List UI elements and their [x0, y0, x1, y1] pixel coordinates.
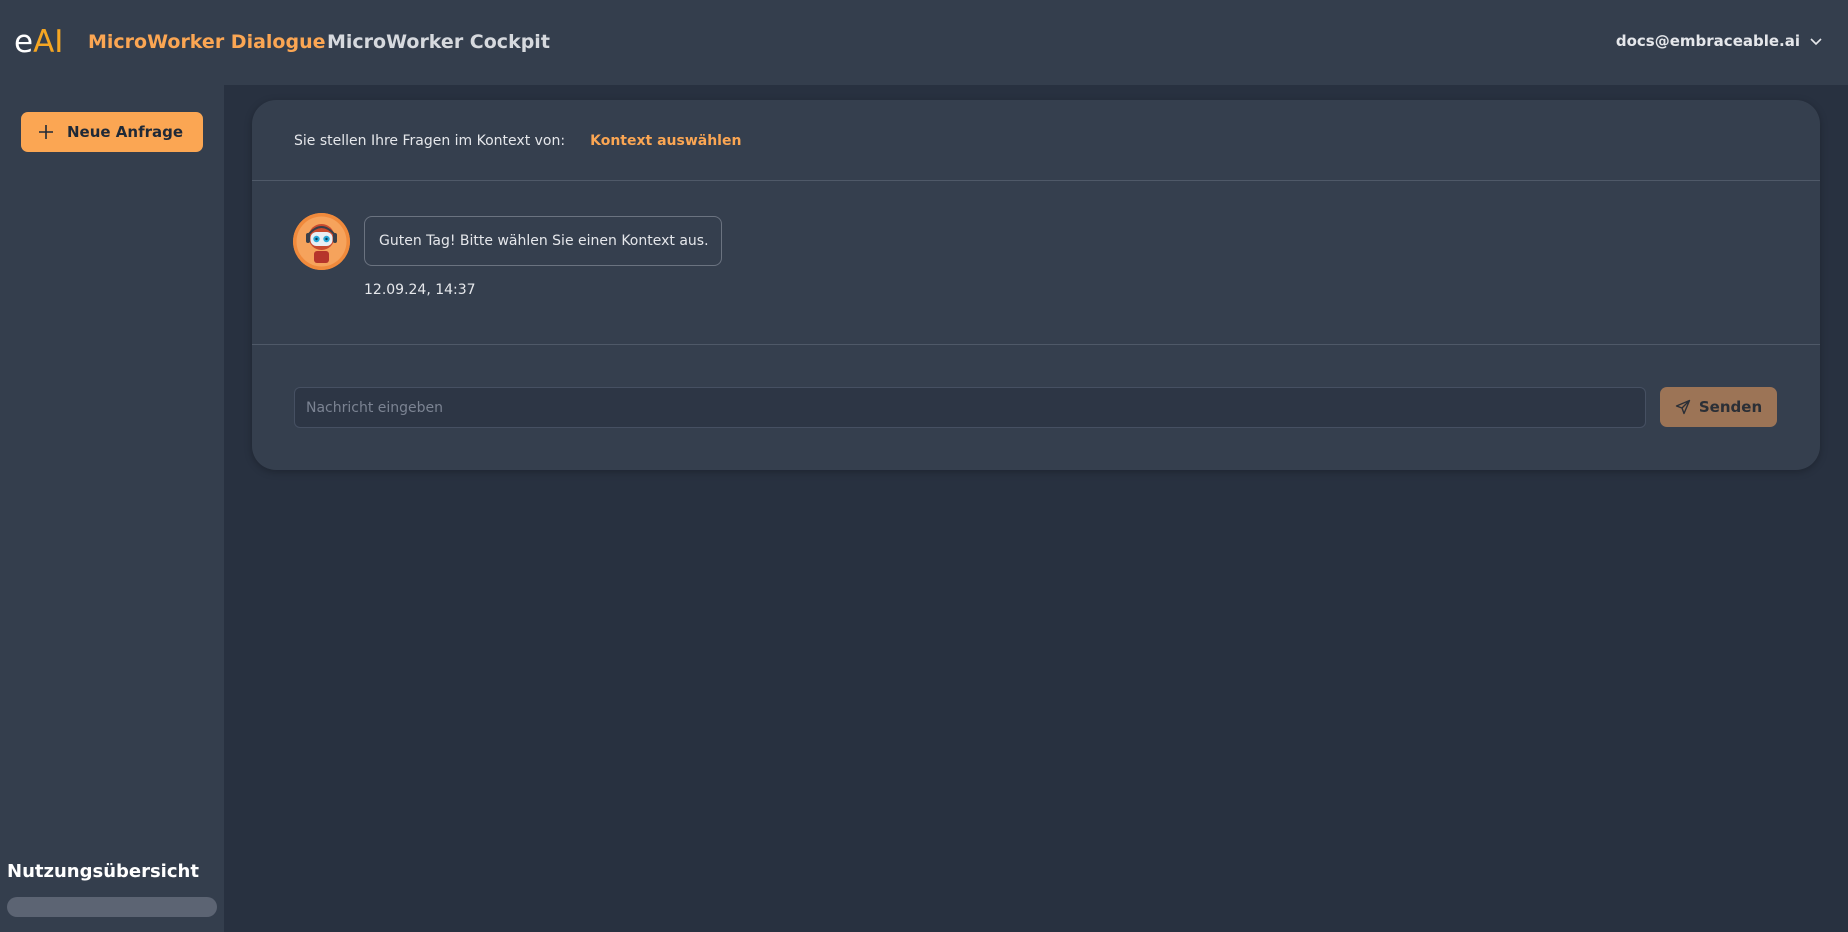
- chat-panel: Sie stellen Ihre Fragen im Kontext von: …: [252, 100, 1820, 470]
- nav-microworker-dialogue[interactable]: MicroWorker Dialogue: [88, 30, 326, 54]
- logo-ai: AI: [33, 24, 64, 60]
- context-row: Sie stellen Ihre Fragen im Kontext von: …: [294, 131, 741, 151]
- user-email: docs@embraceable.ai: [1615, 32, 1800, 50]
- new-request-label: Neue Anfrage: [67, 123, 184, 141]
- divider: [252, 180, 1820, 181]
- robot-icon: [293, 213, 350, 270]
- new-request-button[interactable]: Neue Anfrage: [21, 112, 203, 152]
- logo-e: e: [14, 24, 34, 60]
- bot-message-text: Guten Tag! Bitte wählen Sie einen Kontex…: [379, 233, 709, 249]
- send-icon: [1675, 399, 1691, 415]
- message-input[interactable]: [294, 387, 1646, 428]
- divider: [252, 344, 1820, 345]
- usage-progress-bar: [7, 897, 217, 917]
- context-prefix: Sie stellen Ihre Fragen im Kontext von:: [294, 133, 566, 149]
- chevron-down-icon: [1810, 38, 1822, 46]
- send-label: Senden: [1698, 398, 1763, 416]
- user-menu[interactable]: docs@embraceable.ai: [1616, 32, 1824, 50]
- sidebar: Neue Anfrage Nutzungsübersicht: [0, 85, 224, 932]
- usage-overview-title: Nutzungsübersicht: [7, 861, 199, 882]
- bot-message-bubble: Guten Tag! Bitte wählen Sie einen Kontex…: [364, 216, 722, 266]
- select-context-link[interactable]: Kontext auswählen: [590, 133, 741, 149]
- send-button[interactable]: Senden: [1660, 387, 1777, 427]
- message-timestamp: 12.09.24, 14:37: [364, 282, 476, 298]
- plus-icon: [39, 125, 53, 139]
- top-navigation-bar: eAI MicroWorker Dialogue MicroWorker Coc…: [0, 0, 1848, 85]
- bot-avatar: [293, 213, 350, 270]
- eai-logo[interactable]: eAI: [14, 22, 63, 62]
- nav-microworker-cockpit[interactable]: MicroWorker Cockpit: [327, 30, 550, 54]
